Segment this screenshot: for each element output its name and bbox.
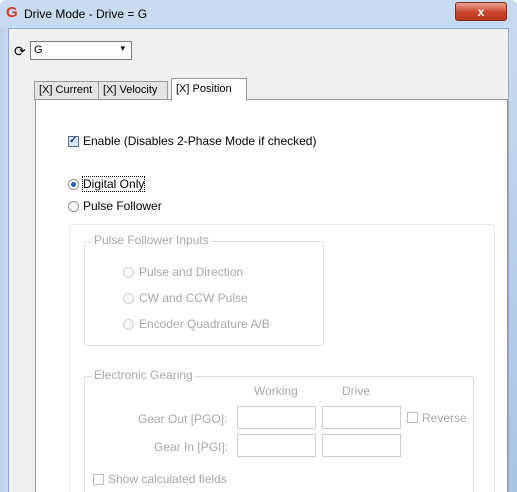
working-column-header: Working: [254, 384, 298, 398]
digital-only-label[interactable]: Digital Only: [81, 176, 146, 192]
digital-only-radio[interactable]: [68, 179, 79, 190]
gear-in-drive-field: [322, 434, 401, 457]
pulse-follower-label[interactable]: Pulse Follower: [83, 199, 162, 213]
tab-position[interactable]: [X] Position: [171, 78, 247, 101]
drive-select[interactable]: G ▾: [30, 41, 132, 60]
enable-checkbox[interactable]: [68, 135, 79, 147]
window-client-area: ⟳ G ▾ [X] Current [X] Velocity [X] Posit…: [8, 28, 509, 492]
gear-in-label: Gear In [PGI]:: [154, 440, 229, 454]
window-frame-left: [0, 28, 8, 492]
pulse-direction-radio: [123, 267, 134, 278]
drive-mode-window: G Drive Mode - Drive = G x ⟳ G ▾ [X] Cur…: [0, 0, 517, 492]
encoder-quadrature-radio: [123, 319, 134, 330]
reverse-label: Reverse: [422, 411, 467, 425]
window-title: Drive Mode - Drive = G: [24, 7, 148, 21]
reverse-checkbox: [407, 412, 418, 423]
pulse-follower-radio[interactable]: [68, 201, 79, 212]
show-calculated-checkbox: [93, 474, 104, 485]
chevron-down-icon: ▾: [120, 43, 125, 53]
cw-ccw-pulse-label: CW and CCW Pulse: [139, 291, 248, 305]
drive-column-header: Drive: [342, 384, 371, 398]
gear-out-drive-field: [322, 406, 401, 429]
tab-current[interactable]: [X] Current: [34, 81, 99, 100]
enable-label[interactable]: Enable (Disables 2-Phase Mode if checked…: [83, 134, 316, 148]
gear-out-working-field: [237, 406, 316, 429]
tab-velocity[interactable]: [X] Velocity: [98, 81, 168, 100]
close-button[interactable]: x: [455, 2, 507, 21]
gear-out-label: Gear Out [PGO]:: [138, 412, 228, 426]
encoder-quadrature-label: Encoder Quadrature A/B: [139, 317, 270, 331]
app-logo-icon: G: [6, 4, 18, 21]
pulse-follower-inputs-legend: Pulse Follower Inputs: [92, 233, 211, 247]
pulse-direction-label: Pulse and Direction: [139, 265, 244, 279]
show-calculated-label: Show calculated fields: [108, 472, 227, 486]
cw-ccw-pulse-radio: [123, 293, 134, 304]
position-tab-panel: Enable (Disables 2-Phase Mode if checked…: [35, 99, 508, 492]
electronic-gearing-legend: Electronic Gearing: [92, 368, 195, 382]
refresh-icon[interactable]: ⟳: [14, 44, 26, 58]
gear-in-working-field: [237, 434, 316, 457]
title-bar[interactable]: G Drive Mode - Drive = G x: [0, 0, 517, 28]
drive-select-value: G: [34, 44, 43, 56]
